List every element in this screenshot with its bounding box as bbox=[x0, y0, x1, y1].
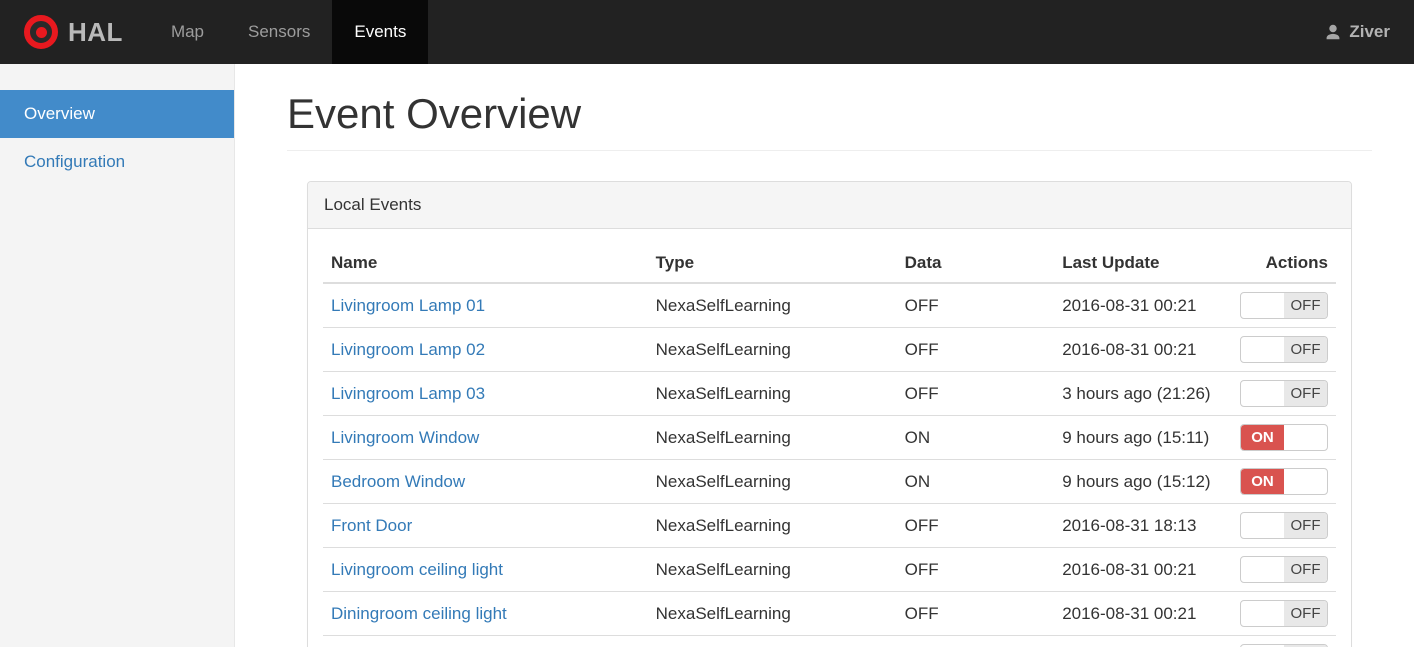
toggle-on-side bbox=[1241, 557, 1284, 582]
target-icon bbox=[24, 15, 58, 49]
event-type: NexaSelfLearning bbox=[647, 547, 897, 592]
toggle-switch[interactable]: OFF bbox=[1240, 336, 1328, 363]
toggle-on-side: ON bbox=[1241, 425, 1284, 450]
event-type: NexaSelfLearning bbox=[647, 459, 897, 504]
event-last-update: 3 hours ago (21:26) bbox=[1054, 371, 1232, 416]
sidebar-item-configuration[interactable]: Configuration bbox=[0, 138, 234, 186]
event-name-link[interactable]: Front Door bbox=[331, 516, 412, 535]
nav-item-sensors[interactable]: Sensors bbox=[226, 0, 332, 64]
table-header-row: Name Type Data Last Update Actions bbox=[323, 244, 1336, 284]
main-content: Event Overview Local Events Name Type Da… bbox=[235, 64, 1414, 647]
nav-item-events[interactable]: Events bbox=[332, 0, 429, 64]
event-data: OFF bbox=[896, 635, 1055, 647]
event-data: OFF bbox=[896, 282, 1055, 328]
local-events-panel: Local Events Name Type Data Last Update … bbox=[307, 181, 1352, 647]
page-layout: Overview Configuration Event Overview Lo… bbox=[0, 64, 1414, 647]
event-last-update: 2016-08-31 18:13 bbox=[1054, 503, 1232, 548]
event-last-update: 2016-08-31 00:21 bbox=[1054, 327, 1232, 372]
event-name-link[interactable]: Livingroom Lamp 02 bbox=[331, 340, 485, 359]
event-name-link[interactable]: Livingroom Window bbox=[331, 428, 479, 447]
event-name-link[interactable]: Diningroom ceiling light bbox=[331, 604, 507, 623]
column-header-last-update: Last Update bbox=[1054, 244, 1232, 284]
event-last-update: 2016-08-31 00:21 bbox=[1054, 282, 1232, 328]
event-data: OFF bbox=[896, 591, 1055, 636]
toggle-off-side: OFF bbox=[1284, 381, 1327, 406]
event-name-link[interactable]: Livingroom ceiling light bbox=[331, 560, 503, 579]
table-row: Kitchen ceiling light NexaSelfLearning O… bbox=[323, 635, 1336, 647]
event-data: OFF bbox=[896, 371, 1055, 416]
table-row: Livingroom Window NexaSelfLearning ON 9 … bbox=[323, 415, 1336, 460]
sidebar-item-overview[interactable]: Overview bbox=[0, 90, 234, 138]
event-type: NexaSelfLearning bbox=[647, 282, 897, 328]
person-icon bbox=[1324, 23, 1342, 41]
table-row: Livingroom ceiling light NexaSelfLearnin… bbox=[323, 547, 1336, 592]
toggle-off-side: OFF bbox=[1284, 337, 1327, 362]
table-row: Livingroom Lamp 03 NexaSelfLearning OFF … bbox=[323, 371, 1336, 416]
event-data: OFF bbox=[896, 503, 1055, 548]
event-type: NexaSelfLearning bbox=[647, 327, 897, 372]
top-navbar: HAL Map Sensors Events Ziver bbox=[0, 0, 1414, 64]
table-row: Front Door NexaSelfLearning OFF 2016-08-… bbox=[323, 503, 1336, 548]
table-row: Livingroom Lamp 01 NexaSelfLearning OFF … bbox=[323, 282, 1336, 328]
toggle-off-side bbox=[1284, 425, 1327, 450]
toggle-off-side bbox=[1284, 469, 1327, 494]
toggle-on-side bbox=[1241, 381, 1284, 406]
toggle-switch[interactable]: ON bbox=[1240, 424, 1328, 451]
event-type: NexaSelfLearning bbox=[647, 503, 897, 548]
brand-label: HAL bbox=[68, 16, 123, 47]
toggle-off-side: OFF bbox=[1284, 293, 1327, 318]
toggle-on-side bbox=[1241, 513, 1284, 538]
panel-wrapper: Local Events Name Type Data Last Update … bbox=[307, 181, 1352, 647]
events-table: Name Type Data Last Update Actions Livin… bbox=[323, 244, 1336, 647]
event-data: OFF bbox=[896, 327, 1055, 372]
event-type: NexaSelfLearning bbox=[647, 415, 897, 460]
brand[interactable]: HAL bbox=[0, 0, 149, 64]
event-name-link[interactable]: Livingroom Lamp 01 bbox=[331, 296, 485, 315]
event-type: NexaSelfLearning bbox=[647, 635, 897, 647]
event-data: OFF bbox=[896, 547, 1055, 592]
event-type: NexaSelfLearning bbox=[647, 591, 897, 636]
column-header-name: Name bbox=[323, 244, 648, 284]
toggle-on-side: ON bbox=[1241, 469, 1284, 494]
nav-item-map[interactable]: Map bbox=[149, 0, 226, 64]
page-title: Event Overview bbox=[287, 90, 1372, 151]
toggle-off-side: OFF bbox=[1284, 513, 1327, 538]
column-header-data: Data bbox=[896, 244, 1055, 284]
event-last-update: 2016-08-31 00:21 bbox=[1054, 547, 1232, 592]
toggle-on-side bbox=[1241, 337, 1284, 362]
column-header-type: Type bbox=[647, 244, 897, 284]
panel-title: Local Events bbox=[308, 182, 1351, 229]
event-last-update: 2016-08-31 00:21 bbox=[1054, 591, 1232, 636]
user-name: Ziver bbox=[1349, 22, 1390, 41]
event-name-link[interactable]: Bedroom Window bbox=[331, 472, 465, 491]
event-type: NexaSelfLearning bbox=[647, 371, 897, 416]
user-menu[interactable]: Ziver bbox=[1300, 0, 1414, 64]
toggle-switch[interactable]: OFF bbox=[1240, 380, 1328, 407]
panel-body: Name Type Data Last Update Actions Livin… bbox=[308, 229, 1351, 647]
toggle-switch[interactable]: OFF bbox=[1240, 512, 1328, 539]
events-table-body: Livingroom Lamp 01 NexaSelfLearning OFF … bbox=[323, 282, 1336, 647]
toggle-switch[interactable]: OFF bbox=[1240, 600, 1328, 627]
toggle-on-side bbox=[1241, 293, 1284, 318]
toggle-on-side bbox=[1241, 601, 1284, 626]
column-header-actions: Actions bbox=[1231, 244, 1336, 284]
toggle-off-side: OFF bbox=[1284, 557, 1327, 582]
toggle-switch[interactable]: ON bbox=[1240, 468, 1328, 495]
event-data: ON bbox=[896, 459, 1055, 504]
event-last-update: 2016-08-31 00:21 bbox=[1054, 635, 1232, 647]
main-nav: Map Sensors Events bbox=[149, 0, 429, 64]
table-row: Diningroom ceiling light NexaSelfLearnin… bbox=[323, 591, 1336, 636]
event-data: ON bbox=[896, 415, 1055, 460]
sidebar: Overview Configuration bbox=[0, 64, 235, 647]
event-last-update: 9 hours ago (15:11) bbox=[1054, 415, 1232, 460]
toggle-off-side: OFF bbox=[1284, 601, 1327, 626]
toggle-switch[interactable]: OFF bbox=[1240, 292, 1328, 319]
toggle-switch[interactable]: OFF bbox=[1240, 556, 1328, 583]
event-last-update: 9 hours ago (15:12) bbox=[1054, 459, 1232, 504]
table-row: Bedroom Window NexaSelfLearning ON 9 hou… bbox=[323, 459, 1336, 504]
table-row: Livingroom Lamp 02 NexaSelfLearning OFF … bbox=[323, 327, 1336, 372]
event-name-link[interactable]: Livingroom Lamp 03 bbox=[331, 384, 485, 403]
